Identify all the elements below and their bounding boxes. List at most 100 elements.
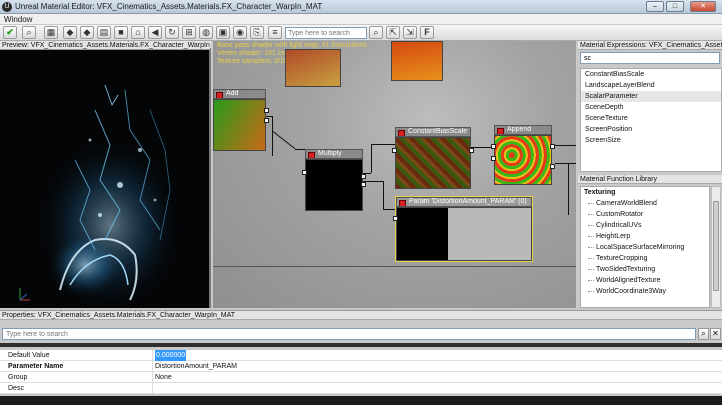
expression-item[interactable]: ConstantBiasScale: [581, 69, 721, 80]
expression-item-selected[interactable]: ScalarParameter: [581, 91, 721, 102]
library-item[interactable]: CameraWorldBlend: [581, 198, 709, 209]
camera-icon[interactable]: ◉: [233, 26, 247, 39]
frame-icon[interactable]: ■: [114, 26, 128, 39]
property-key: Group: [8, 374, 28, 381]
output-pin[interactable]: [264, 118, 269, 123]
stats-icon[interactable]: ▤: [97, 26, 111, 39]
group-field[interactable]: None: [155, 372, 172, 383]
clear-icon[interactable]: ✕: [710, 328, 721, 340]
scrollbar-thumb[interactable]: [713, 201, 719, 291]
wire: [383, 181, 384, 209]
property-row-default-value[interactable]: Default Value 0.000000: [0, 350, 722, 361]
properties-header: Properties: VFX_Cinematics_Assets.Materi…: [0, 310, 722, 320]
node-multiply[interactable]: Multiply: [302, 149, 366, 211]
toggle-grid-icon[interactable]: ⊞: [182, 26, 196, 39]
input-pin[interactable]: [302, 170, 307, 175]
property-row-group[interactable]: Group None: [0, 372, 722, 383]
refresh-icon[interactable]: ↻: [165, 26, 179, 39]
preview-viewport[interactable]: [0, 50, 211, 308]
node-constant-bias-scale-title: ConstantBiasScale: [395, 127, 471, 137]
input-pin[interactable]: [491, 156, 496, 161]
expression-item[interactable]: SceneTexture: [581, 113, 721, 124]
toolbar: ✔ ⌕ ▦ ◆ ◆ ▤ ■ ⌂ ◀ ↻ ⊞ ◍ ▣ ◉ ⎘ ≡ ⌕ ⇱ ⇲ F: [0, 25, 722, 41]
graph-divider: [213, 266, 576, 267]
node-distortion-param[interactable]: Param 'DistortionAmount_PARAM' (0): [393, 196, 533, 262]
parameter-name-field[interactable]: DistortionAmount_PARAM: [155, 361, 237, 372]
texture-node-top-left[interactable]: [285, 49, 341, 87]
link-icon[interactable]: ⎘: [250, 26, 264, 39]
output-pin[interactable]: [550, 144, 555, 149]
library-item[interactable]: CylindricalUVs: [581, 220, 709, 231]
expression-item[interactable]: ScreenSize: [581, 135, 721, 146]
node-append-title: Append: [494, 125, 552, 135]
material-graph-canvas[interactable]: Base pass shader with light map: 41 inst…: [213, 41, 576, 308]
property-row-parameter-name[interactable]: Parameter Name DistortionAmount_PARAM: [0, 361, 722, 372]
library-category-texturing[interactable]: Texturing: [581, 187, 709, 198]
node-append[interactable]: Append: [491, 125, 555, 185]
expand-icon[interactable]: ⇱: [386, 26, 400, 39]
search-asset-icon[interactable]: ⌕: [22, 26, 36, 39]
node-constant-bias-scale[interactable]: ConstantBiasScale: [392, 127, 474, 189]
library-item[interactable]: HeightLerp: [581, 231, 709, 242]
wire: [383, 209, 395, 210]
output-pin[interactable]: [264, 108, 269, 113]
apply-button[interactable]: ✔: [3, 26, 17, 39]
node-add[interactable]: Add: [213, 89, 269, 151]
node-append-preview: [491, 135, 555, 185]
wire: [555, 145, 576, 146]
expression-item[interactable]: ScreenPosition: [581, 124, 721, 135]
wire: [568, 163, 569, 215]
material-icon[interactable]: ▣: [216, 26, 230, 39]
node-preview: [391, 41, 443, 81]
back-arrow-icon[interactable]: ◀: [148, 26, 162, 39]
texture-node-top-right[interactable]: [391, 41, 443, 81]
toolbar-search-input[interactable]: [285, 27, 367, 39]
home-icon[interactable]: ⌂: [131, 26, 145, 39]
properties-divider: [0, 343, 722, 347]
search-icon[interactable]: ⌕: [698, 328, 709, 340]
preview-render: [0, 50, 209, 308]
expression-item[interactable]: SceneDepth: [581, 102, 721, 113]
grid-icon[interactable]: ▦: [44, 26, 58, 39]
close-button[interactable]: ✕: [690, 1, 716, 12]
output-pin[interactable]: [550, 164, 555, 169]
property-row-desc[interactable]: Desc: [0, 383, 722, 394]
output-pin[interactable]: [361, 174, 366, 179]
library-item[interactable]: WorldCoordinate3Way: [581, 286, 709, 297]
library-item[interactable]: TextureCropping: [581, 253, 709, 264]
input-pin[interactable]: [491, 144, 496, 149]
expression-item[interactable]: LandscapeLayerBlend: [581, 80, 721, 91]
search-icon[interactable]: ⌕: [369, 26, 383, 39]
wire: [272, 131, 296, 150]
library-scrollbar[interactable]: [711, 186, 721, 308]
maximize-button[interactable]: □: [666, 1, 684, 12]
property-key: Default Value: [8, 352, 50, 359]
material-editor-window: U Unreal Material Editor: VFX_Cinematics…: [0, 0, 722, 405]
library-item[interactable]: CustomRotator: [581, 209, 709, 220]
minimize-button[interactable]: –: [646, 1, 664, 12]
library-item[interactable]: TwoSidedTexturing: [581, 264, 709, 275]
unreal-logo-icon: U: [2, 2, 12, 12]
expressions-header: Material Expressions: VFX_Cinematics_Ass…: [578, 41, 722, 50]
node-param-title: Param 'DistortionAmount_PARAM' (0): [396, 197, 532, 207]
collapse-icon[interactable]: ⇲: [403, 26, 417, 39]
menu-window[interactable]: Window: [4, 15, 32, 24]
properties-search-input[interactable]: [2, 328, 696, 340]
comment-icon[interactable]: ≡: [268, 26, 282, 39]
expressions-filter-input[interactable]: [580, 52, 720, 64]
library-item[interactable]: LocalSpaceSurfaceMirroring: [581, 242, 709, 253]
input-pin[interactable]: [392, 148, 397, 153]
library-item[interactable]: WorldAlignedTexture: [581, 275, 709, 286]
wire: [272, 116, 273, 156]
function-icon[interactable]: F: [420, 26, 434, 39]
default-value-field[interactable]: 0.000000: [155, 350, 187, 361]
output-pin[interactable]: [469, 148, 474, 153]
function-library-header: Material Function Library: [578, 175, 722, 184]
output-pin[interactable]: [361, 182, 366, 187]
output-pin[interactable]: [393, 216, 398, 221]
node-param-preview: [393, 207, 532, 261]
shield-icon[interactable]: ◆: [63, 26, 77, 39]
realtime-icon[interactable]: ◍: [199, 26, 213, 39]
shield-alt-icon[interactable]: ◆: [80, 26, 94, 39]
expressions-list: ConstantBiasScale LandscapeLayerBlend Sc…: [580, 68, 722, 172]
